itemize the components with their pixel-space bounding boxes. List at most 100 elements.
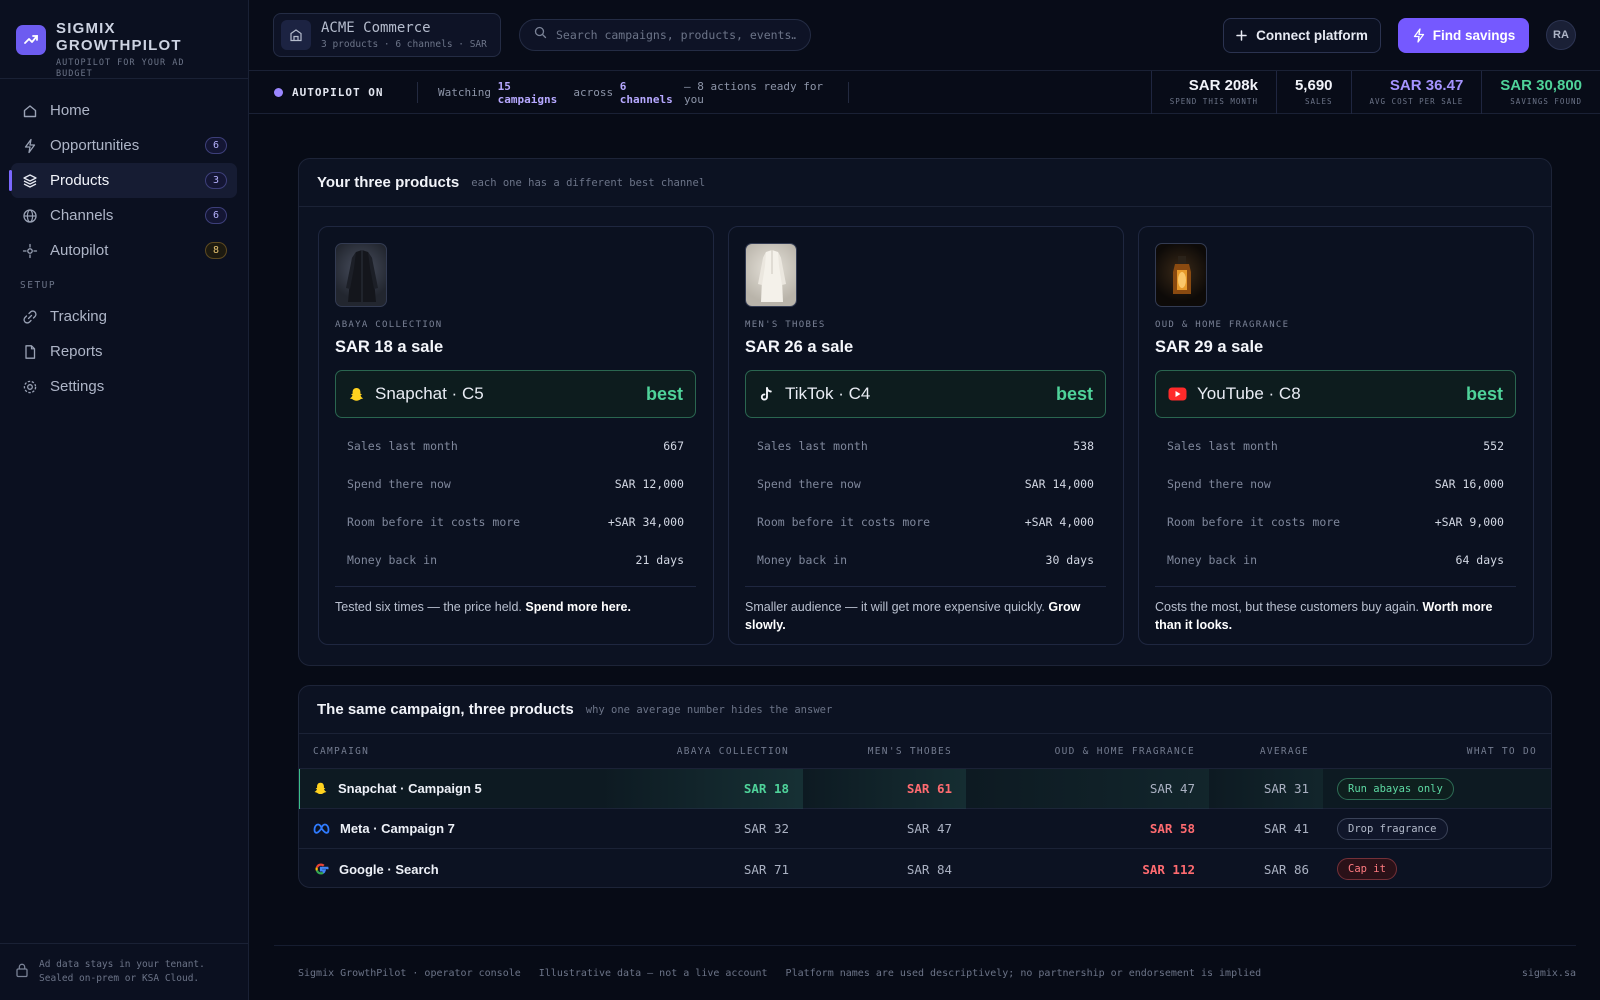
stat-value: SAR 16,000 (1434, 477, 1504, 491)
cost-thobes: SAR 84 (906, 861, 952, 877)
sidebar-item-settings[interactable]: Settings (11, 369, 237, 404)
kpi-sales: 5,690 SALES (1275, 71, 1351, 114)
find-savings-label: Find savings (1432, 28, 1516, 43)
action-pill[interactable]: Run abayas only (1337, 777, 1454, 800)
product-cost-per-sale: SAR 26 a sale (745, 338, 854, 356)
cost-average: SAR 31 (1209, 768, 1323, 809)
sidebar-nav: Home Opportunities 6 Products 3 Channels… (0, 79, 248, 404)
sidebar-item-label: Home (50, 102, 91, 119)
connect-platform-label: Connect platform (1256, 28, 1368, 43)
products-panel-header: Your three products each one has a diffe… (299, 159, 1551, 207)
stat-value: 538 (1073, 439, 1094, 453)
stat-value: 667 (663, 439, 684, 453)
sidebar-item-tracking[interactable]: Tracking (11, 299, 237, 334)
footer-product: Sigmix GrowthPilot · operator console (298, 967, 521, 979)
data-residency-line1: Ad data stays in your tenant. (39, 959, 205, 970)
stat-spend: Spend there now SAR 12,000 (335, 465, 696, 503)
sidebar-item-home[interactable]: Home (11, 93, 237, 128)
autopilot-status: AUTOPILOT ON (274, 71, 383, 114)
action-cell: Drop fragrance (1323, 817, 1551, 840)
cost-thobes: SAR 47 (906, 821, 952, 836)
column-header: AVERAGE (1259, 745, 1309, 757)
abaya-product-image (335, 243, 387, 307)
kpi-value: SAR 36.47 (1389, 77, 1464, 94)
section-label-setup: SETUP (20, 280, 57, 291)
stat-value: +SAR 4,000 (1024, 515, 1094, 529)
watching-summary: Watching 15 campaigns across 6 channels … (417, 79, 849, 106)
campaign-cell: Snapchat · Campaign 5 (299, 781, 601, 796)
layers-icon (21, 172, 39, 190)
autopilot-icon (21, 242, 39, 260)
sidebar-item-products[interactable]: Products 3 (9, 163, 237, 198)
product-category: OUD & HOME FRAGRANCE (1155, 320, 1290, 330)
account-switcher[interactable]: ACME Commerce 3 products · 6 channels · … (273, 13, 501, 57)
gear-icon (21, 378, 39, 396)
panel-subtitle: each one has a different best channel (471, 176, 706, 189)
find-savings-button[interactable]: Find savings (1398, 18, 1529, 53)
sidebar-item-opportunities[interactable]: Opportunities 6 (11, 128, 237, 163)
footer-site-link[interactable]: sigmix.sa (1522, 968, 1576, 979)
meta-icon (313, 823, 330, 834)
divider (745, 586, 1106, 587)
table-row[interactable]: Snapchat · Campaign 5 SAR 18 SAR 61 SAR … (299, 768, 1551, 809)
stat-spend: Spend there now SAR 14,000 (745, 465, 1106, 503)
note-text: Smaller audience — it will get more expe… (745, 600, 1045, 614)
kpi-label: SPEND THIS MONTH (1169, 97, 1258, 106)
stat-value: SAR 12,000 (614, 477, 684, 491)
note-text: Costs the most, but these customers buy … (1155, 600, 1420, 614)
sidebar-item-autopilot[interactable]: Autopilot 8 (11, 233, 237, 268)
sidebar-item-reports[interactable]: Reports (11, 334, 237, 369)
tiktok-icon (758, 386, 775, 403)
campaign-cell: Meta · Campaign 7 (299, 821, 601, 836)
product-stats: Sales last month 538 Spend there now SAR 1… (745, 427, 1106, 579)
sidebar-item-label: Settings (50, 378, 105, 395)
action-cell: Cap it (1323, 858, 1551, 880)
brand: SIGMIX GROWTHPILOT AUTOPILOT FOR YOUR AD… (0, 0, 248, 79)
stat-room: Room before it costs more +SAR 9,000 (1155, 503, 1516, 541)
snapchat-icon (313, 781, 328, 796)
search-icon (534, 26, 547, 44)
footer-disclaimer: Illustrative data — not a live account (538, 967, 768, 979)
action-pill[interactable]: Cap it (1337, 858, 1397, 880)
product-card-abaya[interactable]: ABAYA COLLECTION SAR 18 a sale Snapchat … (318, 226, 714, 645)
action-pill[interactable]: Drop fragrance (1337, 817, 1448, 840)
watching-across: across (573, 86, 614, 99)
sidebar-item-channels[interactable]: Channels 6 (11, 198, 237, 233)
sidebar-footer: Ad data stays in your tenant. Sealed on-… (0, 943, 249, 1000)
stat-payback: Money back in 21 days (335, 541, 696, 579)
product-card-oud[interactable]: OUD & HOME FRAGRANCE SAR 29 a sale YouTu… (1138, 226, 1534, 645)
sidebar-item-label: Reports (50, 343, 103, 360)
divider (1155, 586, 1516, 587)
connect-platform-button[interactable]: Connect platform (1223, 18, 1381, 53)
search-box[interactable] (519, 19, 811, 51)
stat-label: Room before it costs more (757, 515, 931, 529)
table-row[interactable]: Meta · Campaign 7 SAR 32 SAR 47 SAR 58 S… (299, 809, 1551, 849)
stat-payback: Money back in 30 days (745, 541, 1106, 579)
account-name: ACME Commerce (321, 20, 431, 36)
count-badge: 6 (205, 207, 227, 224)
product-card-thobes[interactable]: MEN'S THOBES SAR 26 a sale TikTok · C4 b… (728, 226, 1124, 645)
search-input[interactable] (556, 28, 796, 42)
stat-value: 21 days (635, 553, 684, 567)
sidebar-item-label: Autopilot (50, 242, 109, 259)
table-row[interactable]: Google · Search SAR 71 SAR 84 SAR 112 SA… (299, 849, 1551, 887)
cost-oud: SAR 58 (1149, 821, 1195, 836)
count-badge: 3 (205, 172, 227, 189)
stat-label: Spend there now (1167, 477, 1271, 491)
best-channel: Snapchat · C5 best (335, 370, 696, 418)
stat-room: Room before it costs more +SAR 34,000 (335, 503, 696, 541)
bolt-icon (1412, 28, 1426, 43)
note-text: Tested six times — the price held. (335, 600, 522, 614)
stat-label: Money back in (1167, 553, 1258, 567)
campaign-comparison-panel: The same campaign, three products why on… (298, 685, 1552, 888)
products-panel: Your three products each one has a diffe… (298, 158, 1552, 666)
cost-abaya: SAR 32 (743, 821, 789, 836)
channel-count: 6 channels (619, 79, 673, 106)
snapchat-icon (348, 386, 365, 403)
avatar[interactable]: RA (1546, 20, 1576, 50)
autopilot-status-label: AUTOPILOT ON (292, 86, 384, 99)
watching-prefix: Watching (438, 86, 491, 99)
trend-up-icon (16, 25, 46, 55)
bolt-icon (21, 137, 39, 155)
plus-icon (1236, 30, 1247, 41)
